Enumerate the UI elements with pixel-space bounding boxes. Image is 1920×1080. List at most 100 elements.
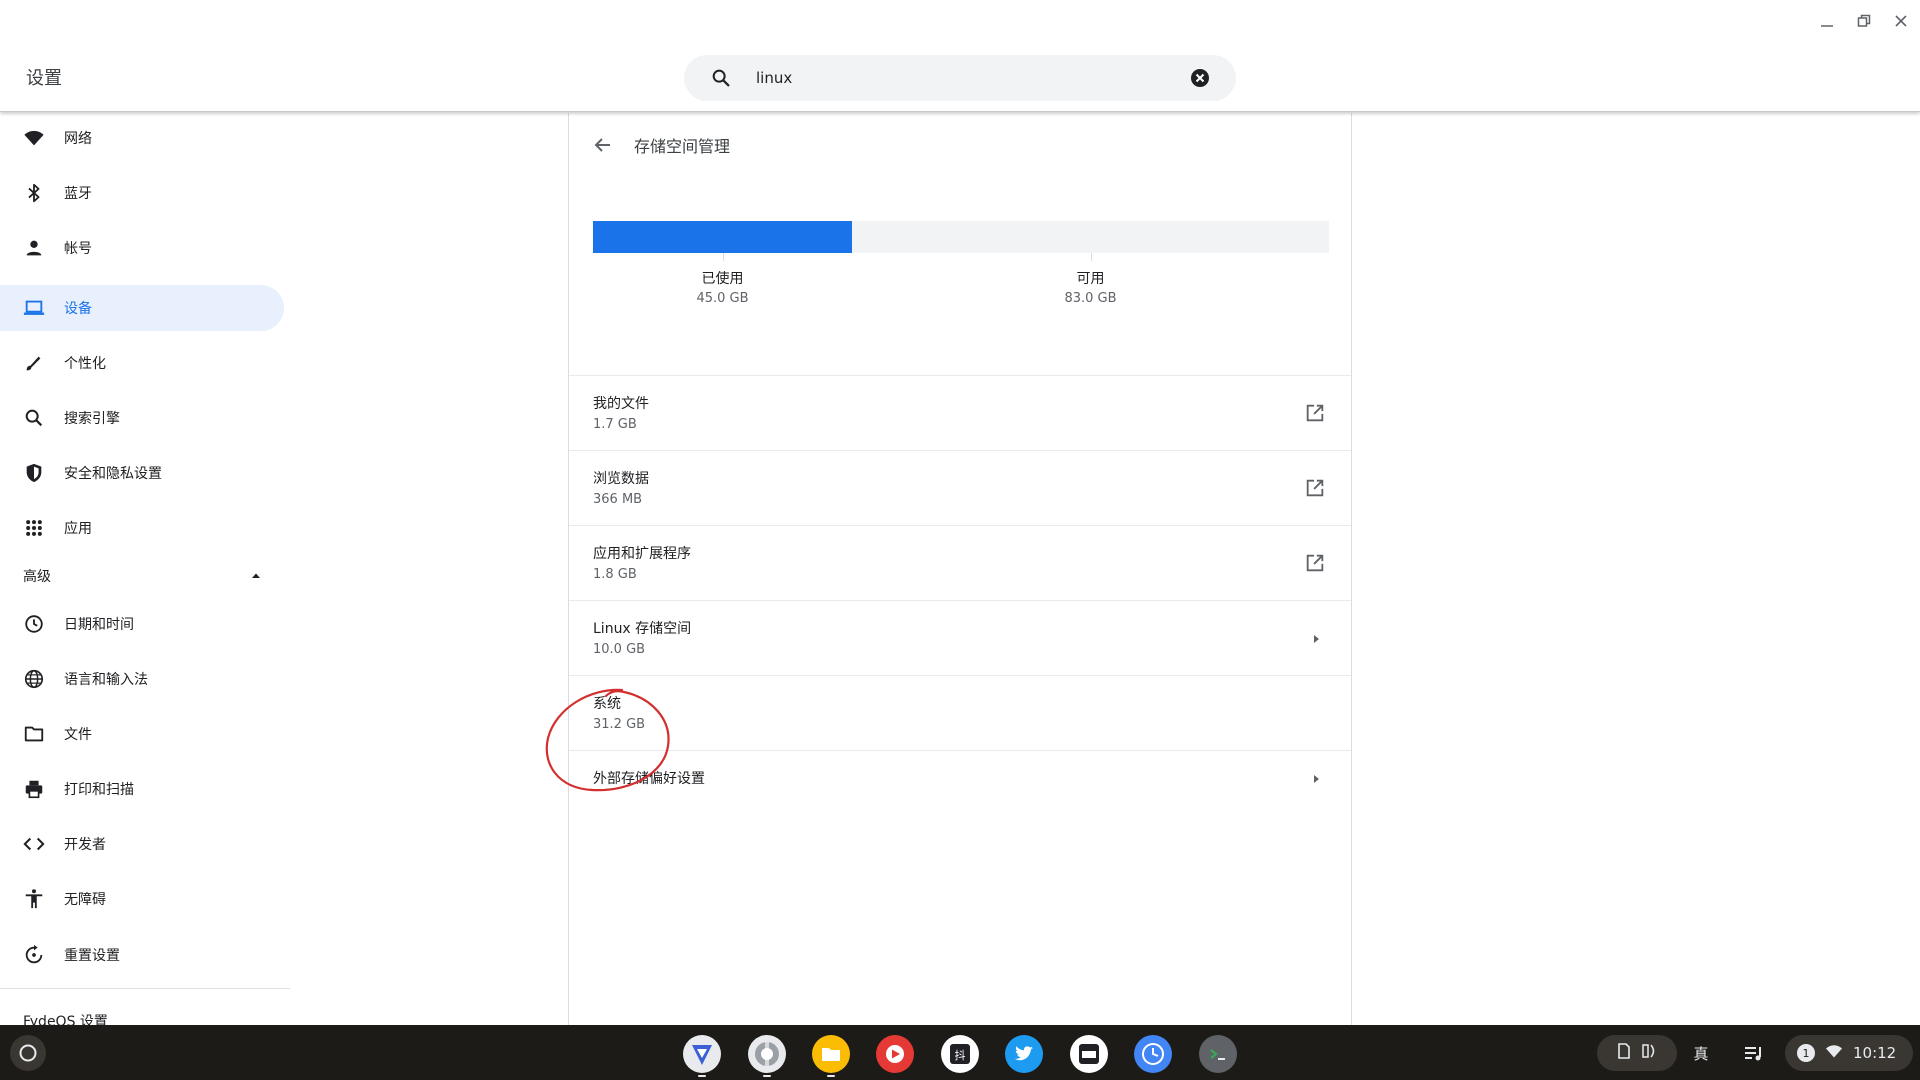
- sidebar-item-reset[interactable]: 重置设置: [0, 932, 284, 978]
- globe-icon: [22, 667, 46, 691]
- used-label: 已使用: [701, 271, 744, 287]
- sidebar-item-label: 个性化: [64, 356, 106, 372]
- app-header: 设置: [0, 0, 1920, 112]
- launcher-icon[interactable]: [10, 1035, 46, 1071]
- external-storage-preferences-row[interactable]: 外部存储偏好设置: [569, 750, 1351, 804]
- search-icon: [710, 67, 732, 89]
- sidebar-item-label: 重置设置: [64, 948, 120, 964]
- twitter-icon[interactable]: [1005, 1035, 1043, 1073]
- used-tick: [722, 253, 724, 261]
- clock-app-icon[interactable]: [1070, 1035, 1108, 1073]
- ime-label: 真: [1693, 1044, 1709, 1063]
- storage-row-browsing-data[interactable]: 浏览数据 366 MB: [569, 450, 1351, 525]
- storage-row-apps-extensions[interactable]: 应用和扩展程序 1.8 GB: [569, 525, 1351, 600]
- calendar-clock-icon[interactable]: [1134, 1035, 1172, 1073]
- wifi-icon: [22, 126, 46, 150]
- sidebar-item-label: 无障碍: [64, 892, 106, 908]
- sidebar-item-developers[interactable]: 开发者: [0, 821, 284, 867]
- clock-icon: [22, 612, 46, 636]
- sidebar-item-label: 日期和时间: [64, 617, 134, 633]
- storage-row-linux[interactable]: Linux 存储空间 10.0 GB: [569, 600, 1351, 675]
- available-label: 可用: [1076, 271, 1105, 287]
- storage-row-system: 系统 31.2 GB: [569, 675, 1351, 750]
- bluetooth-icon: [22, 181, 46, 205]
- storage-used-fill: [593, 221, 852, 253]
- row-title: 应用和扩展程序: [593, 546, 691, 562]
- open-external-icon[interactable]: [1304, 477, 1326, 499]
- sidebar-item-date-time[interactable]: 日期和时间: [0, 601, 284, 647]
- sidebar-item-fydeos-settings[interactable]: FydeOS 设置: [23, 1011, 108, 1025]
- sidebar-item-personalization[interactable]: 个性化: [0, 340, 284, 386]
- advanced-section-label[interactable]: 高级: [23, 566, 51, 586]
- sidebar-item-device[interactable]: 设备: [0, 285, 284, 331]
- open-external-icon[interactable]: [1304, 402, 1326, 424]
- search-icon: [22, 406, 46, 430]
- douyin-icon[interactable]: 抖: [941, 1035, 979, 1073]
- document-icon: [1617, 1043, 1631, 1063]
- terminal-icon[interactable]: [1199, 1035, 1237, 1073]
- storage-row-my-files[interactable]: 我的文件 1.7 GB: [569, 375, 1351, 450]
- sidebar-item-label: 开发者: [64, 837, 106, 853]
- open-external-icon[interactable]: [1304, 552, 1326, 574]
- row-size: 1.8 GB: [593, 567, 637, 582]
- sidebar-item-printing[interactable]: 打印和扫描: [0, 766, 284, 812]
- laptop-icon: [22, 296, 46, 320]
- app-title: 设置: [26, 68, 62, 89]
- clear-search-icon[interactable]: [1190, 68, 1210, 88]
- media-playlist-icon[interactable]: [1736, 1035, 1772, 1071]
- sidebar-item-label: 蓝牙: [64, 186, 92, 202]
- close-icon[interactable]: [1888, 8, 1914, 34]
- youtube-music-icon[interactable]: [876, 1035, 914, 1073]
- printer-icon: [22, 777, 46, 801]
- chevron-right-icon[interactable]: [1309, 631, 1323, 645]
- sidebar-item-label: 网络: [64, 131, 92, 147]
- used-value: 45.0 GB: [696, 291, 749, 306]
- search-input[interactable]: [756, 66, 1156, 90]
- sidebar-item-languages[interactable]: 语言和输入法: [0, 656, 284, 702]
- sidebar-item-search-engine[interactable]: 搜索引擎: [0, 395, 284, 441]
- wifi-icon: [1825, 1043, 1843, 1063]
- sidebar-item-accounts[interactable]: 帐号: [0, 225, 284, 271]
- row-title: 外部存储偏好设置: [593, 771, 705, 787]
- clock-time: 10:12: [1853, 1044, 1897, 1062]
- code-icon: [22, 832, 46, 856]
- accessibility-icon: [22, 887, 46, 911]
- row-title: 我的文件: [593, 396, 649, 412]
- back-arrow-icon[interactable]: [591, 133, 615, 157]
- system-shelf: 抖 真 1 10:12: [0, 1025, 1920, 1080]
- shield-icon: [22, 461, 46, 485]
- search-box[interactable]: [684, 55, 1236, 101]
- minimize-icon[interactable]: [1814, 8, 1840, 34]
- row-size: 1.7 GB: [593, 417, 637, 432]
- available-tick: [1090, 253, 1092, 261]
- storage-management-card: 存储空间管理 已使用 45.0 GB 可用 83.0 GB 我的文件 1.7 G…: [568, 113, 1352, 1025]
- collapse-arrow-icon[interactable]: [248, 568, 264, 584]
- restore-icon[interactable]: [1851, 8, 1877, 34]
- sidebar-item-apps[interactable]: 应用: [0, 505, 284, 551]
- brush-icon: [22, 351, 46, 375]
- files-icon[interactable]: [812, 1035, 850, 1073]
- sidebar-item-accessibility[interactable]: 无障碍: [0, 876, 284, 922]
- bracket-icon: [1641, 1043, 1657, 1063]
- sidebar-item-bluetooth[interactable]: 蓝牙: [0, 170, 284, 216]
- notification-count: 1: [1802, 1046, 1810, 1060]
- storage-usage-bar: [593, 221, 1329, 253]
- available-value: 83.0 GB: [1064, 291, 1117, 306]
- fydeos-browser-icon[interactable]: [683, 1035, 721, 1073]
- sidebar-item-label: 应用: [64, 521, 92, 537]
- apps-grid-icon: [22, 516, 46, 540]
- sidebar: 网络 蓝牙 帐号 设备 个性化 搜索引擎 安全和隐私设置 应用 高级 日期和时间…: [0, 113, 290, 1025]
- running-indicator: [763, 1075, 771, 1077]
- sidebar-item-label: 搜索引擎: [64, 411, 120, 427]
- running-indicator: [827, 1075, 835, 1077]
- sidebar-item-files[interactable]: 文件: [0, 711, 284, 757]
- sidebar-item-privacy[interactable]: 安全和隐私设置: [0, 450, 284, 496]
- row-title: Linux 存储空间: [593, 621, 692, 637]
- sidebar-item-network[interactable]: 网络: [0, 115, 284, 161]
- tray-media-controls[interactable]: [1597, 1035, 1677, 1071]
- status-area[interactable]: 1 10:12: [1785, 1035, 1913, 1071]
- ime-indicator[interactable]: 真: [1686, 1035, 1716, 1071]
- row-size: 366 MB: [593, 492, 643, 507]
- chromium-icon[interactable]: [748, 1035, 786, 1073]
- chevron-right-icon[interactable]: [1309, 771, 1323, 785]
